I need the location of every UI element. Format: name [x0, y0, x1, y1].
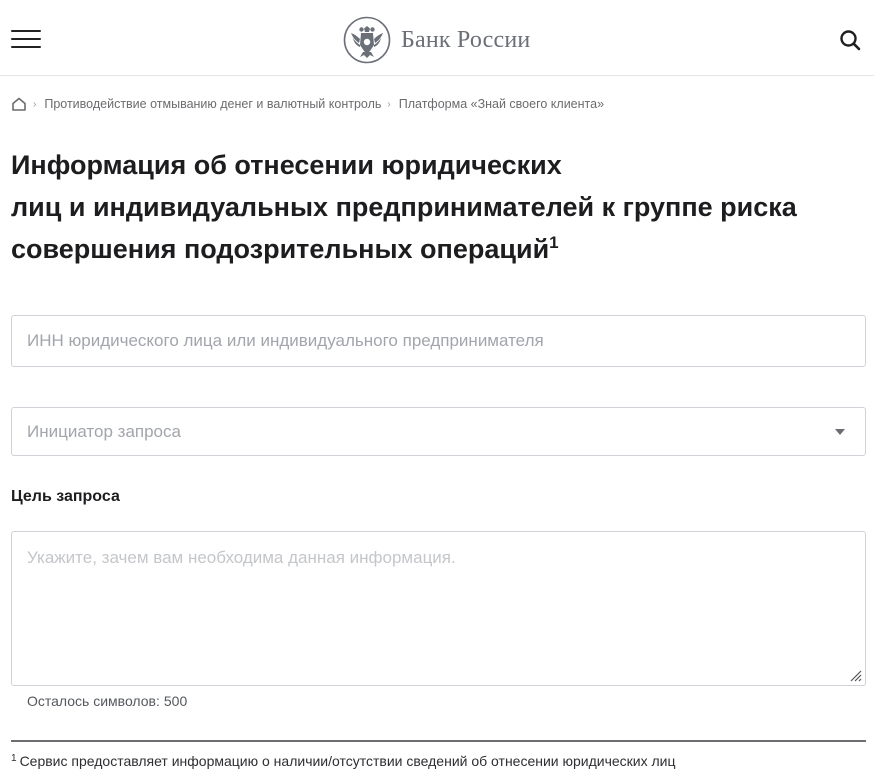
- bank-name: Банк России: [401, 26, 531, 53]
- hamburger-icon-bar: [11, 30, 41, 32]
- inn-field-wrapper: [11, 315, 866, 367]
- resize-grip-icon[interactable]: [848, 668, 862, 682]
- counter-label: Осталось символов:: [27, 693, 160, 709]
- breadcrumb-link-aml[interactable]: Противодействие отмыванию денег и валютн…: [44, 97, 381, 111]
- page-title-line: лиц и индивидуальных предпринимателей к …: [11, 192, 797, 222]
- footnote: 1 Сервис предоставляет информацию о налич…: [11, 751, 861, 771]
- site-header: Банк России: [0, 0, 874, 76]
- counter-value: 500: [163, 693, 188, 709]
- purpose-textarea-wrapper: [11, 531, 866, 686]
- footnote-number: 1: [11, 753, 17, 764]
- hamburger-menu-button[interactable]: [11, 28, 41, 50]
- page-title-line: Информация об отнесении юридических: [11, 150, 562, 180]
- chevron-right-icon: ›: [33, 98, 37, 110]
- search-button[interactable]: [838, 28, 862, 52]
- purpose-label: Цель запроса: [11, 488, 120, 505]
- breadcrumb: › Противодействие отмыванию денег и валю…: [11, 95, 604, 113]
- characters-remaining: Осталось символов: 500: [27, 693, 187, 709]
- footnote-text: Сервис предоставляет информацию о наличи…: [19, 753, 676, 769]
- chevron-right-icon: ›: [387, 98, 391, 110]
- purpose-textarea[interactable]: [12, 532, 865, 685]
- page-title-line-text: совершения подозрительных операций: [11, 234, 550, 264]
- inn-input[interactable]: [12, 316, 865, 366]
- search-icon: [840, 30, 861, 51]
- initiator-select-placeholder: Инициатор запроса: [27, 422, 181, 441]
- initiator-select[interactable]: Инициатор запроса: [11, 407, 866, 456]
- eagle-emblem-icon: [343, 16, 391, 64]
- hamburger-icon-bar: [11, 38, 41, 40]
- hamburger-icon-bar: [11, 46, 41, 48]
- page-title-line-last: совершения подозрительных операций1: [11, 228, 861, 270]
- bank-logo-link[interactable]: Банк России: [343, 15, 530, 65]
- page-title: Информация об отнесении юридических лиц …: [11, 144, 861, 270]
- footnote-marker[interactable]: 1: [549, 233, 558, 252]
- home-icon[interactable]: [11, 96, 27, 112]
- breadcrumb-link-kyc-platform[interactable]: Платформа «Знай своего клиента»: [399, 97, 604, 111]
- footnote-divider: [11, 740, 866, 742]
- caret-down-icon: [835, 429, 845, 435]
